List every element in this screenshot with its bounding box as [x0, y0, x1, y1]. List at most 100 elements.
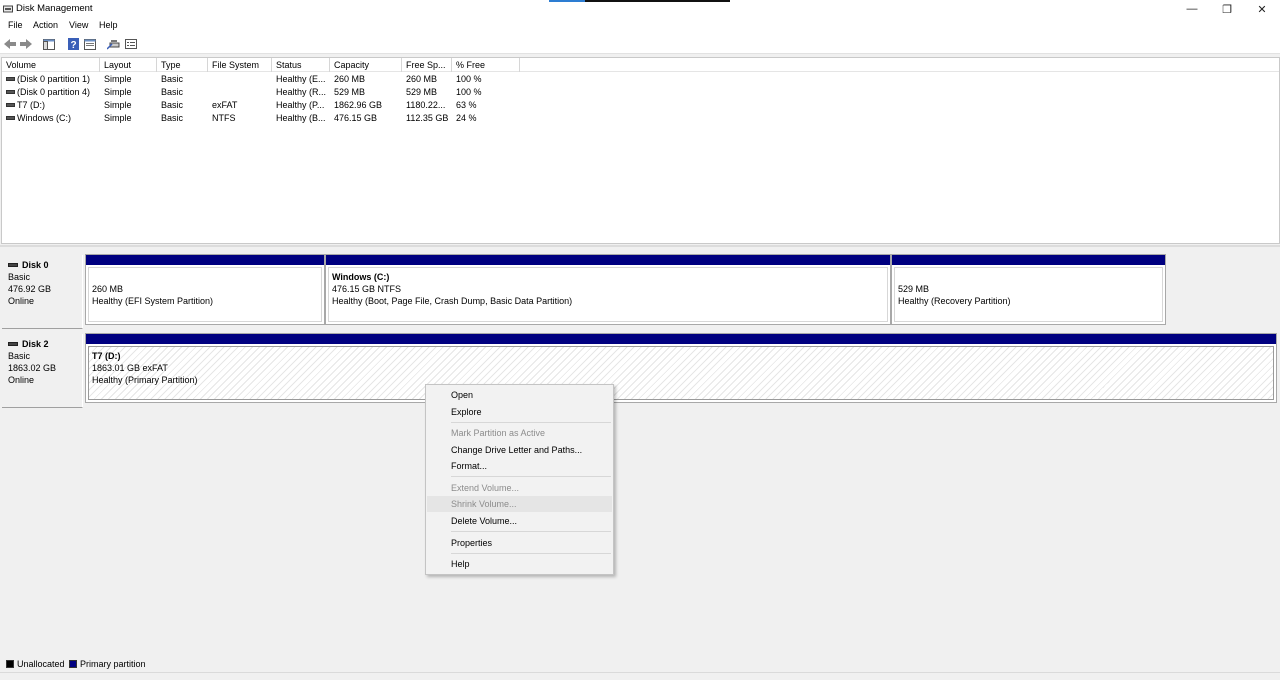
close-button[interactable]: ✕	[1244, 0, 1280, 18]
volume-list[interactable]: Volume Layout Type File System Status Ca…	[1, 57, 1280, 244]
help-icon[interactable]: ?	[66, 37, 80, 51]
volume-cell: Windows (C:)	[2, 112, 100, 124]
volume-name: (Disk 0 partition 1)	[17, 74, 91, 84]
volume-list-header: Volume Layout Type File System Status Ca…	[2, 58, 1279, 72]
menu-file[interactable]: File	[8, 20, 23, 30]
properties-icon[interactable]	[83, 37, 97, 51]
free-space-cell: 1180.22...	[406, 100, 446, 110]
minimize-button[interactable]: —	[1174, 0, 1210, 18]
percent-free-cell: 100 %	[456, 87, 482, 97]
volume-row[interactable]: T7 (D:) Simple Basic exFAT Healthy (P...…	[2, 99, 1279, 111]
column-header-free-space[interactable]: Free Sp...	[402, 58, 452, 72]
partition-name: T7 (D:)	[92, 351, 121, 361]
menu-action[interactable]: Action	[33, 20, 58, 30]
legend-primary-partition: Primary partition	[80, 659, 146, 669]
disk-2-label[interactable]: Disk 2 Basic 1863.02 GB Online	[2, 334, 83, 408]
svg-text:?: ?	[70, 40, 76, 50]
volume-row[interactable]: (Disk 0 partition 1) Simple Basic Health…	[2, 73, 1279, 85]
partition-size: 1863.01 GB exFAT	[92, 363, 168, 373]
partition-status: Healthy (Boot, Page File, Crash Dump, Ba…	[332, 296, 573, 306]
disk-0-label[interactable]: Disk 0 Basic 476.92 GB Online	[2, 255, 83, 329]
type-cell: Basic	[161, 113, 184, 123]
volume-row[interactable]: Windows (C:) Simple Basic NTFS Healthy (…	[2, 112, 1279, 124]
menu-help[interactable]: Help	[99, 20, 118, 30]
layout-cell: Simple	[104, 74, 132, 84]
menu-view[interactable]: View	[69, 20, 88, 30]
column-header-file-system[interactable]: File System	[208, 58, 272, 72]
legend-unallocated: Unallocated	[17, 659, 65, 669]
file-system-cell: NTFS	[212, 113, 236, 123]
volume-cell: (Disk 0 partition 4)	[2, 86, 100, 98]
partition-details: 529 MB Healthy (Recovery Partition)	[894, 267, 1163, 322]
context-menu-extend-volume[interactable]: Extend Volume...	[427, 480, 612, 496]
forward-icon[interactable]	[19, 37, 33, 51]
toolbar: ?	[0, 34, 1280, 54]
layout-cell: Simple	[104, 100, 132, 110]
unallocated-swatch	[6, 660, 14, 668]
column-header-type[interactable]: Type	[157, 58, 208, 72]
volume-cell: (Disk 0 partition 1)	[2, 73, 100, 85]
menu-separator	[451, 422, 611, 423]
layout-cell: Simple	[104, 87, 132, 97]
drive-icon	[6, 76, 15, 81]
menu-bar: File Action View Help	[0, 18, 1280, 34]
partition-name: Windows (C:)	[332, 272, 390, 282]
layout-cell: Simple	[104, 113, 132, 123]
details-icon[interactable]	[124, 37, 138, 51]
capacity-cell: 476.15 GB	[334, 113, 378, 123]
status-cell: Healthy (B...	[276, 113, 326, 123]
restore-button[interactable]: ❐	[1209, 0, 1245, 18]
column-header-layout[interactable]: Layout	[100, 58, 157, 72]
volume-cell: T7 (D:)	[2, 99, 100, 111]
menu-separator	[451, 476, 611, 477]
partition-size: 476.15 GB NTFS	[332, 284, 402, 294]
status-cell: Healthy (E...	[276, 74, 326, 84]
context-menu-mark-active[interactable]: Mark Partition as Active	[427, 425, 612, 441]
disk-0-name: Disk 0	[22, 260, 49, 270]
volume-name: T7 (D:)	[17, 100, 45, 110]
context-menu-change-drive-letter[interactable]: Change Drive Letter and Paths...	[427, 442, 612, 458]
context-menu-properties[interactable]: Properties	[427, 535, 612, 551]
type-cell: Basic	[161, 87, 184, 97]
partition-recovery[interactable]: 529 MB Healthy (Recovery Partition)	[891, 254, 1166, 325]
type-cell: Basic	[161, 74, 184, 84]
title-bar: Disk Management — ❐ ✕	[0, 0, 1280, 18]
free-space-cell: 112.35 GB	[406, 113, 449, 123]
volume-row[interactable]: (Disk 0 partition 4) Simple Basic Health…	[2, 86, 1279, 98]
partition-color-bar	[326, 255, 890, 265]
disk-management-window: Disk Management — ❐ ✕ File Action View H…	[0, 0, 1280, 680]
partition-status: Healthy (EFI System Partition)	[92, 296, 214, 306]
console-tree-icon[interactable]	[42, 37, 56, 51]
partition-efi[interactable]: 260 MB Healthy (EFI System Partition)	[85, 254, 325, 325]
disk-2-name: Disk 2	[22, 339, 49, 349]
menu-separator	[451, 531, 611, 532]
column-header-volume[interactable]: Volume	[2, 58, 100, 72]
context-menu-explore[interactable]: Explore	[427, 404, 612, 420]
context-menu-shrink-volume[interactable]: Shrink Volume...	[427, 496, 612, 512]
disk-2-type: Basic	[8, 351, 31, 361]
context-menu-help[interactable]: Help	[427, 556, 612, 572]
partition-windows-c[interactable]: Windows (C:) 476.15 GB NTFS Healthy (Boo…	[325, 254, 891, 325]
file-system-cell: exFAT	[212, 100, 238, 110]
context-menu-delete-volume[interactable]: Delete Volume...	[427, 513, 612, 529]
percent-free-cell: 63 %	[456, 100, 477, 110]
capacity-cell: 529 MB	[334, 87, 366, 97]
back-icon[interactable]	[3, 37, 17, 51]
type-cell: Basic	[161, 100, 184, 110]
column-header-capacity[interactable]: Capacity	[330, 58, 402, 72]
partition-details-selected: T7 (D:) 1863.01 GB exFAT Healthy (Primar…	[88, 346, 1274, 400]
capacity-cell: 260 MB	[334, 74, 366, 84]
context-menu-format[interactable]: Format...	[427, 458, 612, 474]
disk-2-state: Online	[8, 375, 35, 385]
partition-color-bar	[86, 255, 324, 265]
free-space-cell: 529 MB	[406, 87, 438, 97]
disk-2-name-row: Disk 2	[8, 338, 82, 350]
disk-graphical-view: Disk 0 Basic 476.92 GB Online 260 MB Hea…	[0, 247, 1280, 657]
connect-icon[interactable]	[106, 37, 120, 51]
column-header-status[interactable]: Status	[272, 58, 330, 72]
partition-t7-d[interactable]: T7 (D:) 1863.01 GB exFAT Healthy (Primar…	[85, 333, 1277, 403]
partition-name	[92, 271, 321, 283]
column-header-percent-free[interactable]: % Free	[452, 58, 520, 72]
context-menu-open[interactable]: Open	[427, 387, 612, 403]
legend-bar: Unallocated Primary partition	[0, 657, 1280, 672]
